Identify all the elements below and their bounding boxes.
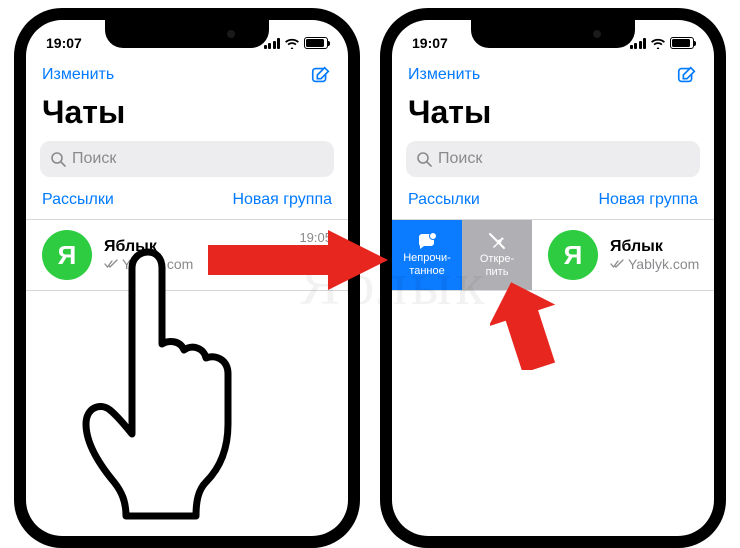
new-group-link[interactable]: Новая группа xyxy=(232,191,332,209)
battery-icon xyxy=(670,37,694,49)
avatar: Я xyxy=(42,230,92,280)
search-input[interactable]: Поиск xyxy=(406,141,700,177)
wifi-icon xyxy=(284,37,300,49)
checkmarks-icon xyxy=(610,259,624,269)
links-row: Рассылки Новая группа xyxy=(26,177,348,219)
nav-bar: Изменить xyxy=(26,60,348,88)
chat-time: 19:05 xyxy=(299,230,332,245)
status-time: 19:07 xyxy=(412,35,448,51)
swipe-actions: Непрочи-танное Откре-пить xyxy=(392,220,532,290)
chat-preview: Yablyk.com xyxy=(610,256,714,272)
edit-button[interactable]: Изменить xyxy=(408,66,480,84)
broadcasts-link[interactable]: Рассылки xyxy=(42,191,114,209)
search-input[interactable]: Поиск xyxy=(40,141,334,177)
status-right xyxy=(630,37,695,49)
chat-name: Яблык xyxy=(610,238,714,256)
screen-left: 19:07 Изменить Чаты Поиск Рассылки Новая… xyxy=(26,20,348,536)
notch xyxy=(471,20,635,48)
status-time: 19:07 xyxy=(46,35,82,51)
page-title: Чаты xyxy=(392,88,714,141)
search-placeholder: Поиск xyxy=(72,150,116,168)
nav-bar: Изменить xyxy=(392,60,714,88)
unpin-icon xyxy=(487,231,507,251)
chat-row-swiped[interactable]: Непрочи-танное Откре-пить Я Яблык Yablyk… xyxy=(392,219,714,291)
chat-unread-icon xyxy=(416,232,438,250)
pin-icon xyxy=(316,262,330,276)
broadcasts-link[interactable]: Рассылки xyxy=(408,191,480,209)
checkmarks-icon xyxy=(104,259,118,269)
battery-icon xyxy=(304,37,328,49)
screen-right: 19:07 Изменить Чаты Поиск Рассылки Новая… xyxy=(392,20,714,536)
compose-icon[interactable] xyxy=(310,64,332,86)
edit-button[interactable]: Изменить xyxy=(42,66,114,84)
search-icon xyxy=(416,151,432,167)
search-placeholder: Поиск xyxy=(438,150,482,168)
chat-row[interactable]: Я Яблык Yablyk.com 19:05 xyxy=(26,219,348,291)
notch xyxy=(105,20,269,48)
wifi-icon xyxy=(650,37,666,49)
unpin-button[interactable]: Откре-пить xyxy=(462,220,532,290)
phone-frame-right: 19:07 Изменить Чаты Поиск Рассылки Новая… xyxy=(380,8,726,548)
new-group-link[interactable]: Новая группа xyxy=(598,191,698,209)
status-right xyxy=(264,37,329,49)
page-title: Чаты xyxy=(26,88,348,141)
mark-unread-button[interactable]: Непрочи-танное xyxy=(392,220,462,290)
chat-text: Яблык Yablyk.com xyxy=(610,238,714,272)
compose-icon[interactable] xyxy=(676,64,698,86)
search-icon xyxy=(50,151,66,167)
avatar: Я xyxy=(548,230,598,280)
links-row: Рассылки Новая группа xyxy=(392,177,714,219)
chat-preview: Yablyk.com xyxy=(104,256,348,272)
phone-frame-left: 19:07 Изменить Чаты Поиск Рассылки Новая… xyxy=(14,8,360,548)
